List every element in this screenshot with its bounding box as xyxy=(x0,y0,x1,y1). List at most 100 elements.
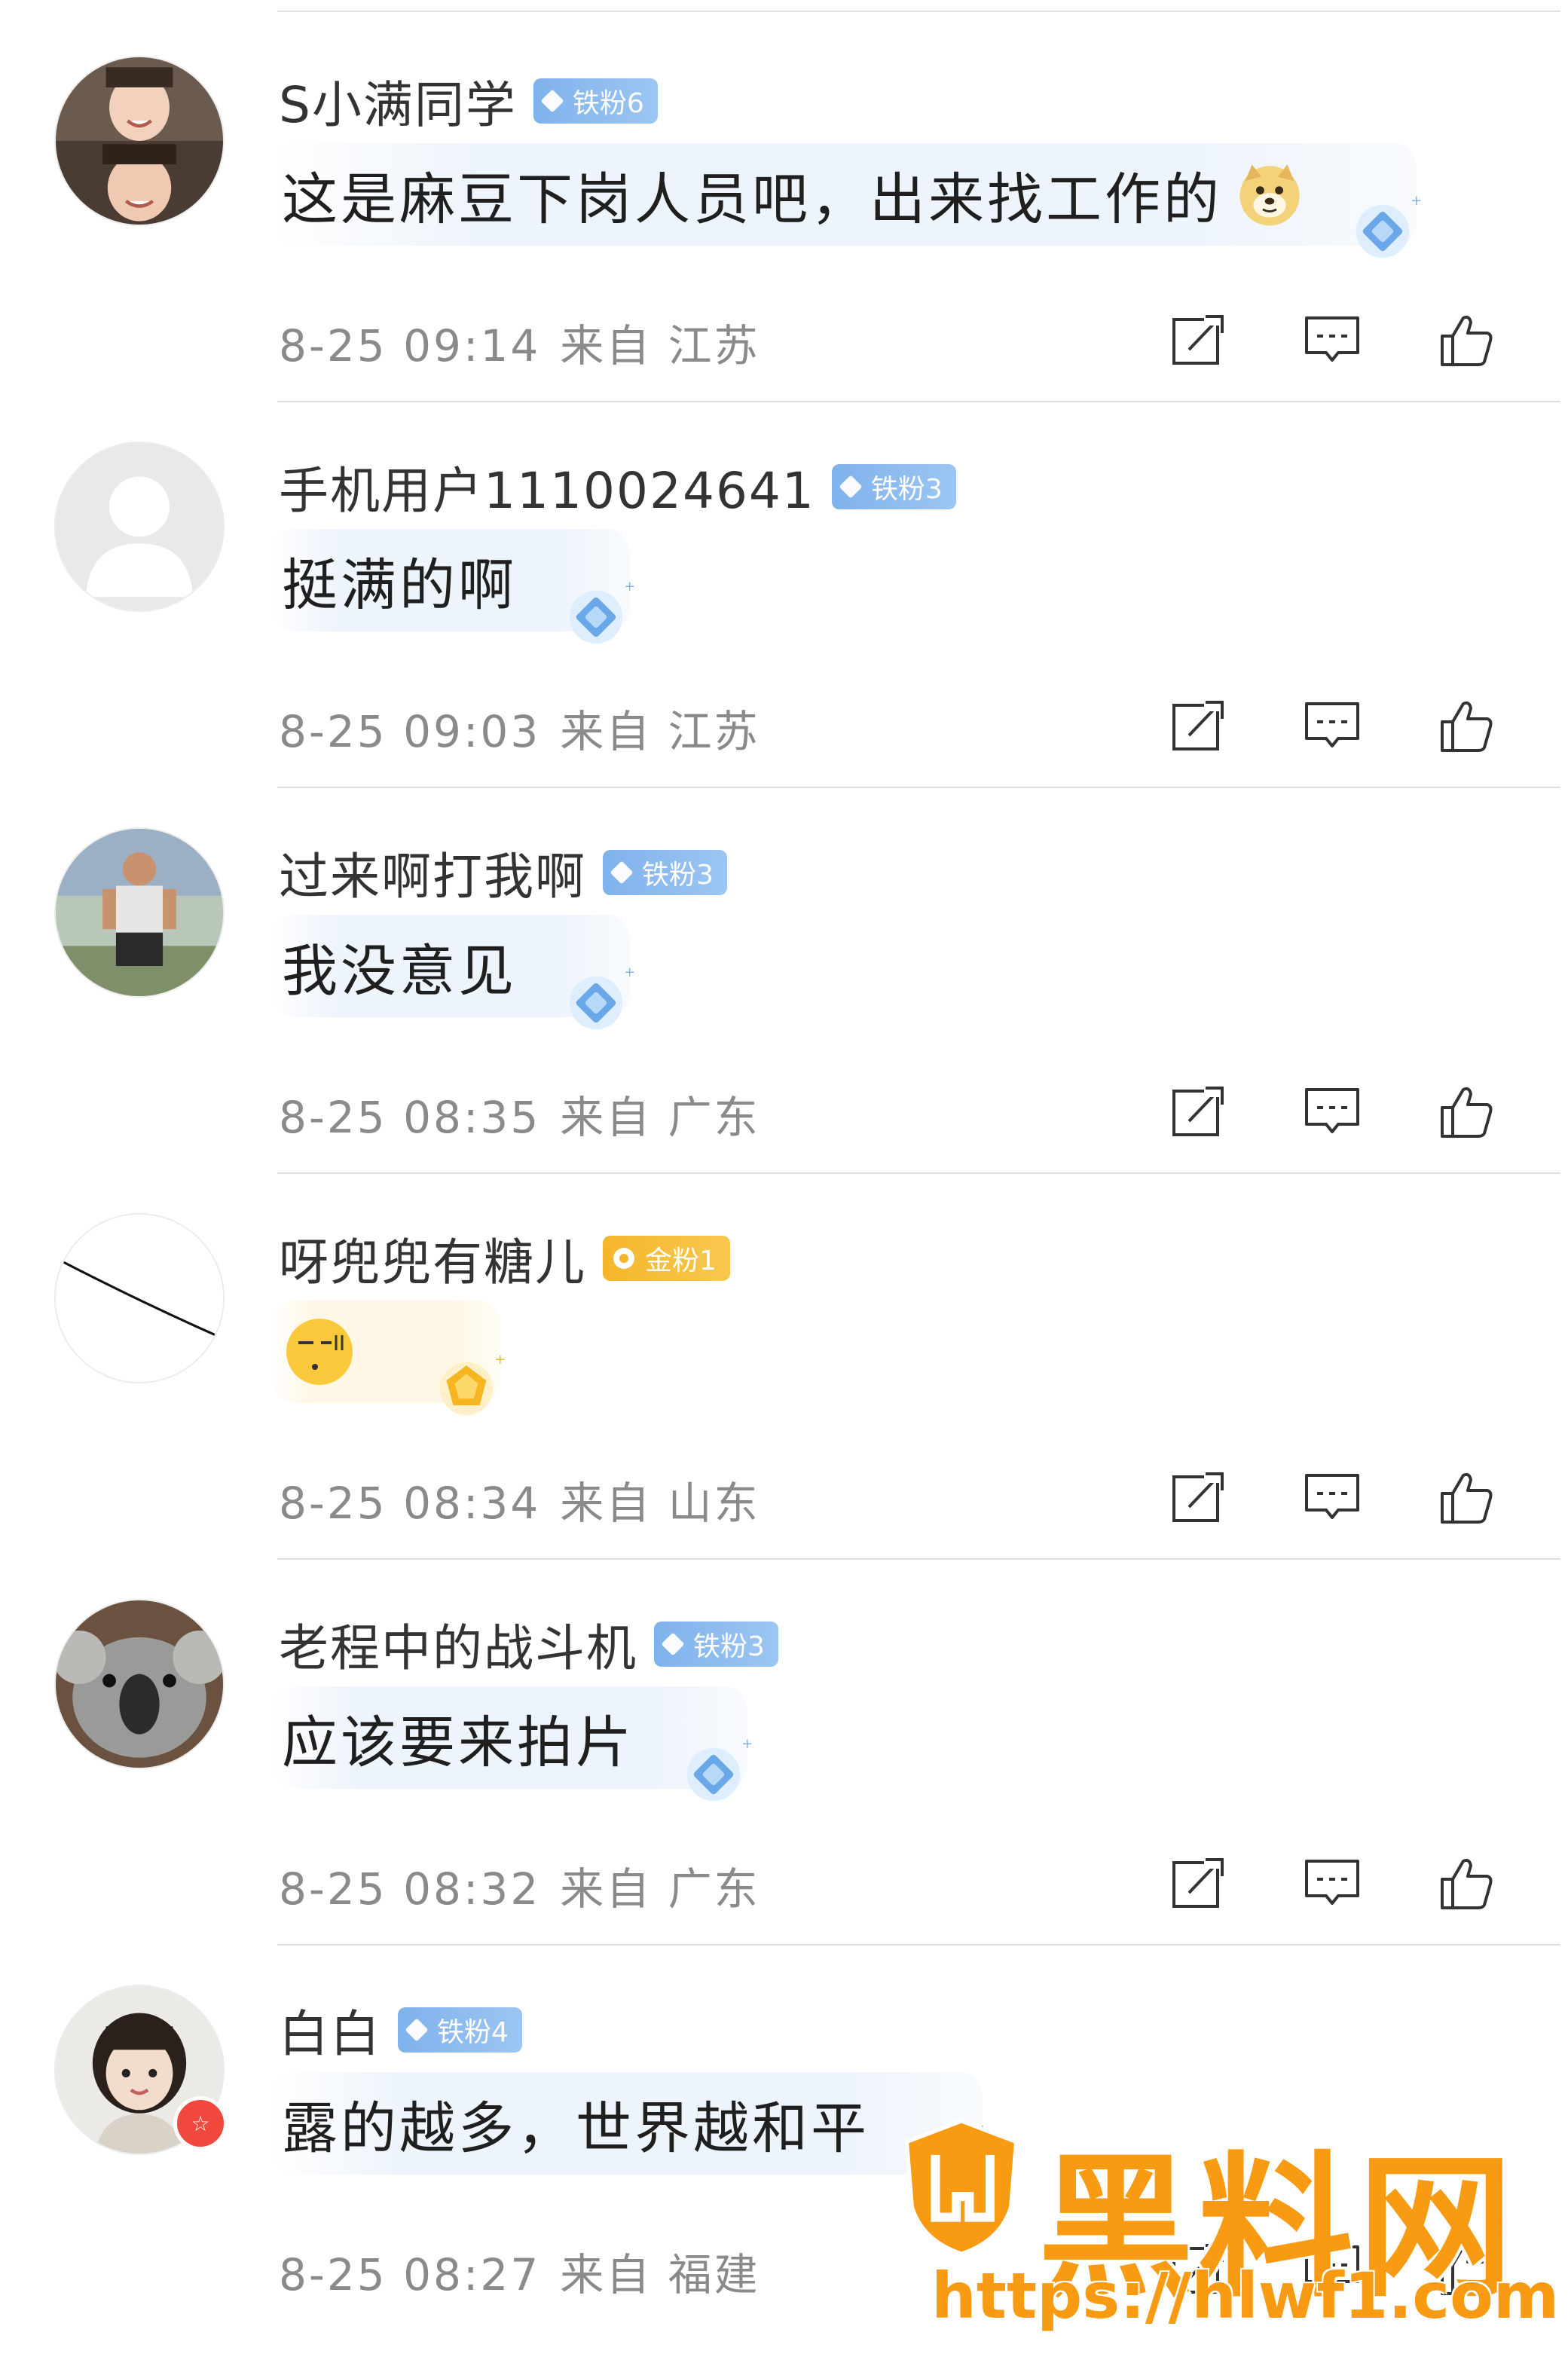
gold-medal-icon: + xyxy=(439,1353,506,1416)
comment-text: 我没意见 xyxy=(282,938,517,1004)
comment-text: 露的越多，世界越和平 xyxy=(282,2095,870,2161)
svg-text:+: + xyxy=(624,965,635,980)
comment-meta: 8-25 08:35 来自 广东 xyxy=(279,1082,760,1145)
fan-badge[interactable]: 铁粉3 xyxy=(654,1622,778,1667)
diamond-icon xyxy=(540,89,564,113)
svg-text:+: + xyxy=(494,1353,506,1368)
repost-button[interactable] xyxy=(1168,1082,1228,1142)
repost-button[interactable] xyxy=(1168,2239,1228,2300)
comment-location: 来自 广东 xyxy=(560,1863,760,1915)
like-icon xyxy=(1441,1858,1493,1909)
comment-button[interactable] xyxy=(1302,696,1362,757)
divider xyxy=(277,11,1560,12)
comment-text: 应该要来拍片 xyxy=(282,1710,634,1775)
comment-location: 来自 福建 xyxy=(560,2249,760,2300)
fan-badge[interactable]: 铁粉6 xyxy=(533,78,658,124)
username[interactable]: 过来啊打我啊 xyxy=(279,836,586,909)
comment-item: 过来啊打我啊 铁粉3 我没意见 + 8-25 08:35 来自 广东 xyxy=(0,788,1568,1174)
comment-bubble[interactable]: + xyxy=(271,1301,506,1416)
like-button[interactable] xyxy=(1436,1082,1496,1142)
diamond-decoration-icon: + xyxy=(922,2123,988,2187)
like-icon xyxy=(1441,2244,1493,2295)
repost-button[interactable] xyxy=(1168,1854,1228,1914)
comment-item: S小满同学 铁粉6 这是麻豆下岗人员吧，出来找工作的 + 8-25 09:14 … xyxy=(0,17,1568,402)
comment-button[interactable] xyxy=(1302,1468,1362,1528)
avatar[interactable] xyxy=(54,442,225,612)
comment-button[interactable] xyxy=(1302,1082,1362,1142)
avatar[interactable] xyxy=(54,1213,225,1383)
comment-bubble[interactable]: 挺满的啊 + xyxy=(271,529,635,644)
comment-date: 8-25 08:32 xyxy=(279,1863,541,1915)
svg-text:+: + xyxy=(1411,194,1422,209)
repost-button[interactable] xyxy=(1168,696,1228,757)
default-avatar-icon xyxy=(56,443,223,610)
like-icon xyxy=(1441,315,1493,366)
fan-badge[interactable]: 铁粉4 xyxy=(398,2007,522,2053)
comment-button[interactable] xyxy=(1302,1854,1362,1914)
diamond-decoration-icon: + xyxy=(569,579,635,644)
fan-badge[interactable]: 铁粉3 xyxy=(603,850,727,895)
comment-item: 手机用户1110024641 铁粉3 挺满的啊 + 8-25 09:03 来自 江… xyxy=(0,402,1568,788)
comment-meta: 8-25 09:03 来自 江苏 xyxy=(279,696,760,760)
like-button[interactable] xyxy=(1436,2239,1496,2300)
diamond-icon xyxy=(610,860,634,885)
comment-bubble[interactable]: 应该要来拍片 + xyxy=(271,1686,753,1802)
two-girls-photo-icon xyxy=(56,57,223,225)
avatar[interactable] xyxy=(54,827,225,998)
username[interactable]: S小满同学 xyxy=(279,65,517,137)
like-button[interactable] xyxy=(1436,696,1496,757)
comment-item: 老程中的战斗机 铁粉3 应该要来拍片 + 8-25 08:32 来自 广东 xyxy=(0,1560,1568,1946)
comment-location: 来自 江苏 xyxy=(560,706,760,757)
comment-item: 呀兜兜有糖儿 金粉1 + 8-25 08:34 来自 山东 xyxy=(0,1174,1568,1560)
diamond-icon xyxy=(405,2018,429,2042)
avatar[interactable] xyxy=(54,1599,225,1769)
comment-date: 8-25 08:34 xyxy=(279,1478,541,1529)
koala-photo-icon xyxy=(56,1600,223,1768)
comment-bubble[interactable]: 这是麻豆下岗人员吧，出来找工作的 + xyxy=(271,143,1422,258)
comment-text: 挺满的啊 xyxy=(282,552,517,618)
username[interactable]: 呀兜兜有糖儿 xyxy=(279,1222,586,1295)
comment-icon xyxy=(1305,2245,1359,2291)
comment-date: 8-25 09:03 xyxy=(279,706,541,757)
svg-text:+: + xyxy=(741,1737,753,1752)
username[interactable]: 白白 xyxy=(279,1994,381,2066)
diamond-icon xyxy=(661,1632,685,1656)
repost-button[interactable] xyxy=(1168,1468,1228,1528)
comment-meta: 8-25 09:14 来自 江苏 xyxy=(279,310,760,374)
white-line-avatar-icon xyxy=(56,1215,223,1382)
comment-icon xyxy=(1305,702,1359,747)
diamond-decoration-icon: + xyxy=(686,1737,753,1802)
fan-badge[interactable]: 铁粉3 xyxy=(831,464,956,509)
comment-location: 来自 江苏 xyxy=(560,320,760,371)
man-photo-icon xyxy=(56,829,223,996)
verified-badge-icon: ☆ xyxy=(173,2096,228,2150)
repost-icon xyxy=(1172,701,1224,750)
comment-button[interactable] xyxy=(1302,310,1362,371)
comment-meta: 8-25 08:34 来自 山东 xyxy=(279,1468,760,1531)
like-button[interactable] xyxy=(1436,310,1496,371)
comment-button[interactable] xyxy=(1302,2239,1362,2300)
diamond-icon xyxy=(839,475,863,499)
comment-bubble[interactable]: 我没意见 + xyxy=(271,915,635,1030)
coin-icon xyxy=(613,1248,634,1269)
doge-emoji-icon xyxy=(1239,164,1300,226)
comment-text: 这是麻豆下岗人员吧，出来找工作的 xyxy=(282,167,1222,232)
like-icon xyxy=(1441,1087,1493,1138)
comment-location: 来自 广东 xyxy=(560,1092,760,1143)
like-button[interactable] xyxy=(1436,1468,1496,1528)
fan-badge[interactable]: 金粉1 xyxy=(603,1236,730,1281)
like-button[interactable] xyxy=(1436,1854,1496,1914)
svg-text:+: + xyxy=(977,2123,988,2138)
avatar[interactable] xyxy=(54,56,225,226)
username[interactable]: 手机用户1110024641 xyxy=(279,451,815,523)
comment-meta: 8-25 08:27 来自 福建 xyxy=(279,2239,760,2303)
diamond-decoration-icon: + xyxy=(1356,194,1422,258)
comment-date: 8-25 08:35 xyxy=(279,1092,541,1143)
username[interactable]: 老程中的战斗机 xyxy=(279,1608,637,1680)
speechless-emoji-icon xyxy=(286,1319,353,1385)
repost-button[interactable] xyxy=(1168,310,1228,371)
comment-location: 来自 山东 xyxy=(560,1478,760,1529)
comment-item: ☆ 白白 铁粉4 露的越多，世界越和平 + 8-25 08:27 来自 福建 xyxy=(0,1946,1568,2331)
comment-icon xyxy=(1305,1474,1359,1519)
comment-bubble[interactable]: 露的越多，世界越和平 + xyxy=(271,2072,988,2187)
